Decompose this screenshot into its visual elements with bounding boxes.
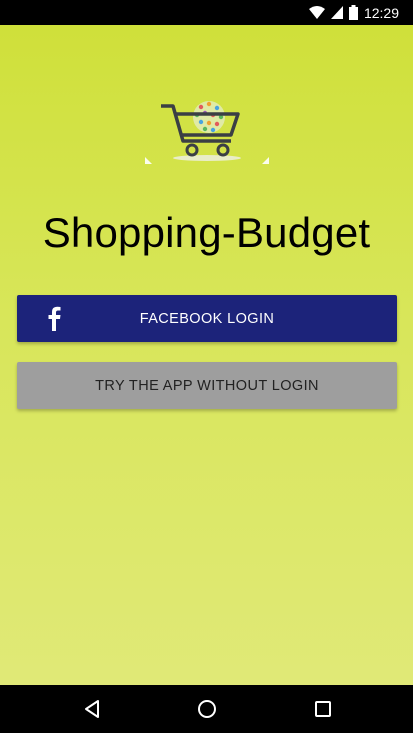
- status-bar: 12:29: [0, 0, 413, 25]
- status-time: 12:29: [363, 4, 399, 21]
- home-icon[interactable]: [195, 697, 219, 721]
- try-without-login-label: TRY THE APP WITHOUT LOGIN: [95, 377, 319, 394]
- try-without-login-button[interactable]: TRY THE APP WITHOUT LOGIN: [17, 362, 397, 409]
- login-screen: Shopping-Budget FACEBOOK LOGIN TRY THE A…: [0, 25, 413, 685]
- navigation-bar: [0, 685, 413, 733]
- shopping-cart-logo: [143, 95, 271, 169]
- wifi-icon: [308, 5, 325, 19]
- app-title: Shopping-Budget: [42, 209, 371, 256]
- recents-icon[interactable]: [311, 697, 335, 721]
- shopping-cart-icon: [145, 101, 269, 164]
- facebook-login-button[interactable]: FACEBOOK LOGIN: [17, 295, 397, 342]
- facebook-icon: [48, 306, 61, 331]
- back-icon[interactable]: [80, 697, 104, 721]
- facebook-login-label: FACEBOOK LOGIN: [139, 310, 275, 327]
- signal-icon: [330, 6, 343, 19]
- battery-icon: [348, 5, 358, 20]
